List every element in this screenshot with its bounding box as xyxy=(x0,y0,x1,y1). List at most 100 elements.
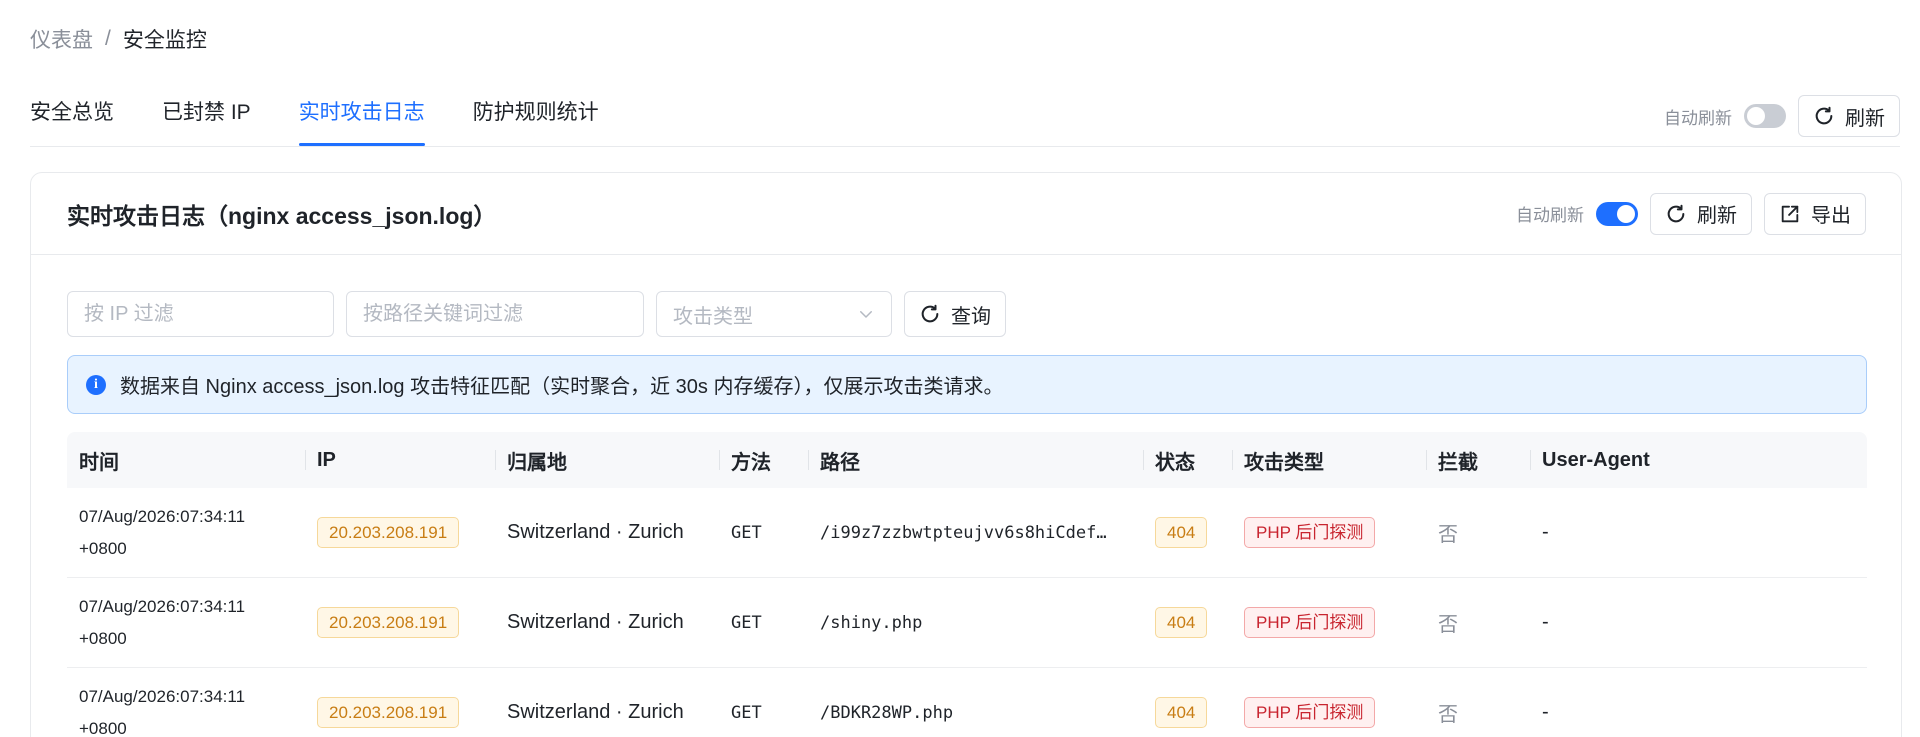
tab-banned-ip[interactable]: 已封禁 IP xyxy=(162,96,251,146)
ip-filter-input[interactable] xyxy=(67,291,334,337)
column-header-blocked[interactable]: 拦截 xyxy=(1426,432,1530,488)
column-header-time[interactable]: 时间 xyxy=(67,432,305,488)
table-row[interactable]: 07/Aug/2026:07:34:11 +0800 20.203.208.19… xyxy=(67,488,1867,578)
ip-tag[interactable]: 20.203.208.191 xyxy=(317,697,460,728)
attack-log-table: 时间 IP 归属地 方法 路径 状态 攻击类型 拦截 User-Agent 07… xyxy=(67,432,1867,737)
ip-tag[interactable]: 20.203.208.191 xyxy=(317,517,460,548)
table-row[interactable]: 07/Aug/2026:07:34:11 +0800 20.203.208.19… xyxy=(67,668,1867,737)
toggle-knob xyxy=(1747,107,1765,125)
cell-time-tz: +0800 xyxy=(79,718,127,737)
path-text: /BDKR28WP.php xyxy=(820,702,954,723)
cell-status: 404 xyxy=(1143,668,1232,737)
tab-realtime-attack-log[interactable]: 实时攻击日志 xyxy=(298,96,425,146)
cell-path: /shiny.php xyxy=(808,578,1143,668)
cell-time-date: 07/Aug/2026:07:34:11 xyxy=(79,596,246,616)
breadcrumb-current: 安全监控 xyxy=(122,29,207,52)
refresh-icon xyxy=(1667,204,1685,222)
tabs-divider xyxy=(30,146,1900,147)
export-icon xyxy=(1781,205,1799,222)
table-header: 时间 IP 归属地 方法 路径 状态 攻击类型 拦截 User-Agent xyxy=(67,432,1867,488)
card-title: 实时攻击日志（nginx access_json.log） xyxy=(67,202,497,229)
cell-user-agent: - xyxy=(1542,521,1549,543)
cell-ip: 20.203.208.191 xyxy=(305,578,495,668)
cell-path: /BDKR28WP.php xyxy=(808,668,1143,737)
cell-path: /i99z7zzbwtpteujvv6s8hiCdef… xyxy=(808,488,1143,578)
cell-attack-type: PHP 后门探测 xyxy=(1232,488,1426,578)
table-row[interactable]: 07/Aug/2026:07:34:11 +0800 20.203.208.19… xyxy=(67,578,1867,668)
export-button[interactable]: 导出 xyxy=(1764,192,1866,235)
column-header-attack-type[interactable]: 攻击类型 xyxy=(1232,432,1426,488)
column-header-method[interactable]: 方法 xyxy=(719,432,808,488)
cell-method: GET xyxy=(731,612,762,633)
cell-blocked: 否 xyxy=(1438,704,1458,726)
cell-attack-type: PHP 后门探测 xyxy=(1232,578,1426,668)
refresh-icon xyxy=(1815,106,1833,125)
auto-refresh-toggle[interactable] xyxy=(1744,104,1786,128)
status-badge: 404 xyxy=(1155,517,1208,548)
breadcrumb-root[interactable]: 仪表盘 xyxy=(30,24,93,54)
query-button-label: 查询 xyxy=(951,305,991,328)
cell-user-agent: - xyxy=(1542,611,1549,633)
refresh-button-label: 刷新 xyxy=(1845,107,1885,130)
column-header-path[interactable]: 路径 xyxy=(808,432,1143,488)
card-actions: 自动刷新 刷新 导出 xyxy=(1516,192,1866,235)
attack-type-tag: PHP 后门探测 xyxy=(1244,607,1376,638)
refresh-icon xyxy=(921,304,939,323)
cell-user-agent: - xyxy=(1542,701,1549,723)
cell-status: 404 xyxy=(1143,578,1232,668)
column-header-status[interactable]: 状态 xyxy=(1143,432,1232,488)
column-header-location[interactable]: 归属地 xyxy=(495,432,719,488)
card-auto-refresh-toggle[interactable] xyxy=(1596,201,1638,226)
toggle-knob xyxy=(1617,204,1635,223)
cell-blocked: 否 xyxy=(1438,524,1458,546)
breadcrumb-separator: / xyxy=(105,27,111,50)
path-text: /shiny.php xyxy=(820,612,923,633)
breadcrumb: 仪表盘 / 安全监控 xyxy=(30,24,207,54)
tab-security-overview[interactable]: 安全总览 xyxy=(30,96,114,146)
info-icon: i xyxy=(86,374,106,395)
cell-blocked: 否 xyxy=(1438,614,1458,636)
cell-attack-type: PHP 后门探测 xyxy=(1232,668,1426,737)
auto-refresh-label: 自动刷新 xyxy=(1664,108,1732,128)
tab-protection-rule-stats[interactable]: 防护规则统计 xyxy=(473,96,599,146)
cell-ip: 20.203.208.191 xyxy=(305,488,495,578)
cell-method: GET xyxy=(731,702,762,723)
cell-location: Switzerland · Zurich xyxy=(507,701,684,723)
cell-method: GET xyxy=(731,522,762,543)
cell-time: 07/Aug/2026:07:34:11 +0800 xyxy=(67,578,305,668)
attack-type-select[interactable]: 攻击类型 xyxy=(656,291,892,337)
filter-bar: 攻击类型 查询 xyxy=(67,291,1006,337)
query-button[interactable]: 查询 xyxy=(904,291,1006,337)
cell-location: Switzerland · Zurich xyxy=(507,611,684,633)
cell-time-tz: +0800 xyxy=(79,538,127,558)
refresh-button[interactable]: 刷新 xyxy=(1798,95,1900,137)
cell-location: Switzerland · Zurich xyxy=(507,521,684,543)
path-text: /i99z7zzbwtpteujvv6s8hiCdef… xyxy=(820,522,1107,543)
cell-status: 404 xyxy=(1143,488,1232,578)
card-refresh-label: 刷新 xyxy=(1697,205,1737,227)
cell-ip: 20.203.208.191 xyxy=(305,668,495,737)
status-badge: 404 xyxy=(1155,607,1208,638)
attack-log-card: 实时攻击日志（nginx access_json.log） 自动刷新 刷新 导出… xyxy=(30,172,1902,737)
export-label: 导出 xyxy=(1811,205,1851,227)
attack-type-tag: PHP 后门探测 xyxy=(1244,517,1376,548)
attack-type-placeholder: 攻击类型 xyxy=(673,305,753,328)
cell-time: 07/Aug/2026:07:34:11 +0800 xyxy=(67,668,305,737)
tab-bar: 安全总览 已封禁 IP 实时攻击日志 防护规则统计 xyxy=(30,96,647,146)
ip-tag[interactable]: 20.203.208.191 xyxy=(317,607,460,638)
card-header: 实时攻击日志（nginx access_json.log） 自动刷新 刷新 导出 xyxy=(31,173,1901,255)
column-header-user-agent[interactable]: User-Agent xyxy=(1530,432,1867,488)
chevron-down-icon xyxy=(860,311,872,318)
card-auto-refresh-label: 自动刷新 xyxy=(1516,206,1584,225)
path-filter-input[interactable] xyxy=(346,291,644,337)
cell-time-date: 07/Aug/2026:07:34:11 xyxy=(79,686,246,706)
cell-time-tz: +0800 xyxy=(79,628,127,648)
cell-time: 07/Aug/2026:07:34:11 +0800 xyxy=(67,488,305,578)
status-badge: 404 xyxy=(1155,697,1208,728)
info-alert: i 数据来自 Nginx access_json.log 攻击特征匹配（实时聚合… xyxy=(67,355,1867,414)
attack-type-tag: PHP 后门探测 xyxy=(1244,697,1376,728)
top-toolbar: 自动刷新 刷新 xyxy=(1664,95,1900,137)
card-refresh-button[interactable]: 刷新 xyxy=(1650,192,1752,235)
column-header-ip[interactable]: IP xyxy=(305,432,495,488)
info-alert-text: 数据来自 Nginx access_json.log 攻击特征匹配（实时聚合，近… xyxy=(120,376,1004,398)
